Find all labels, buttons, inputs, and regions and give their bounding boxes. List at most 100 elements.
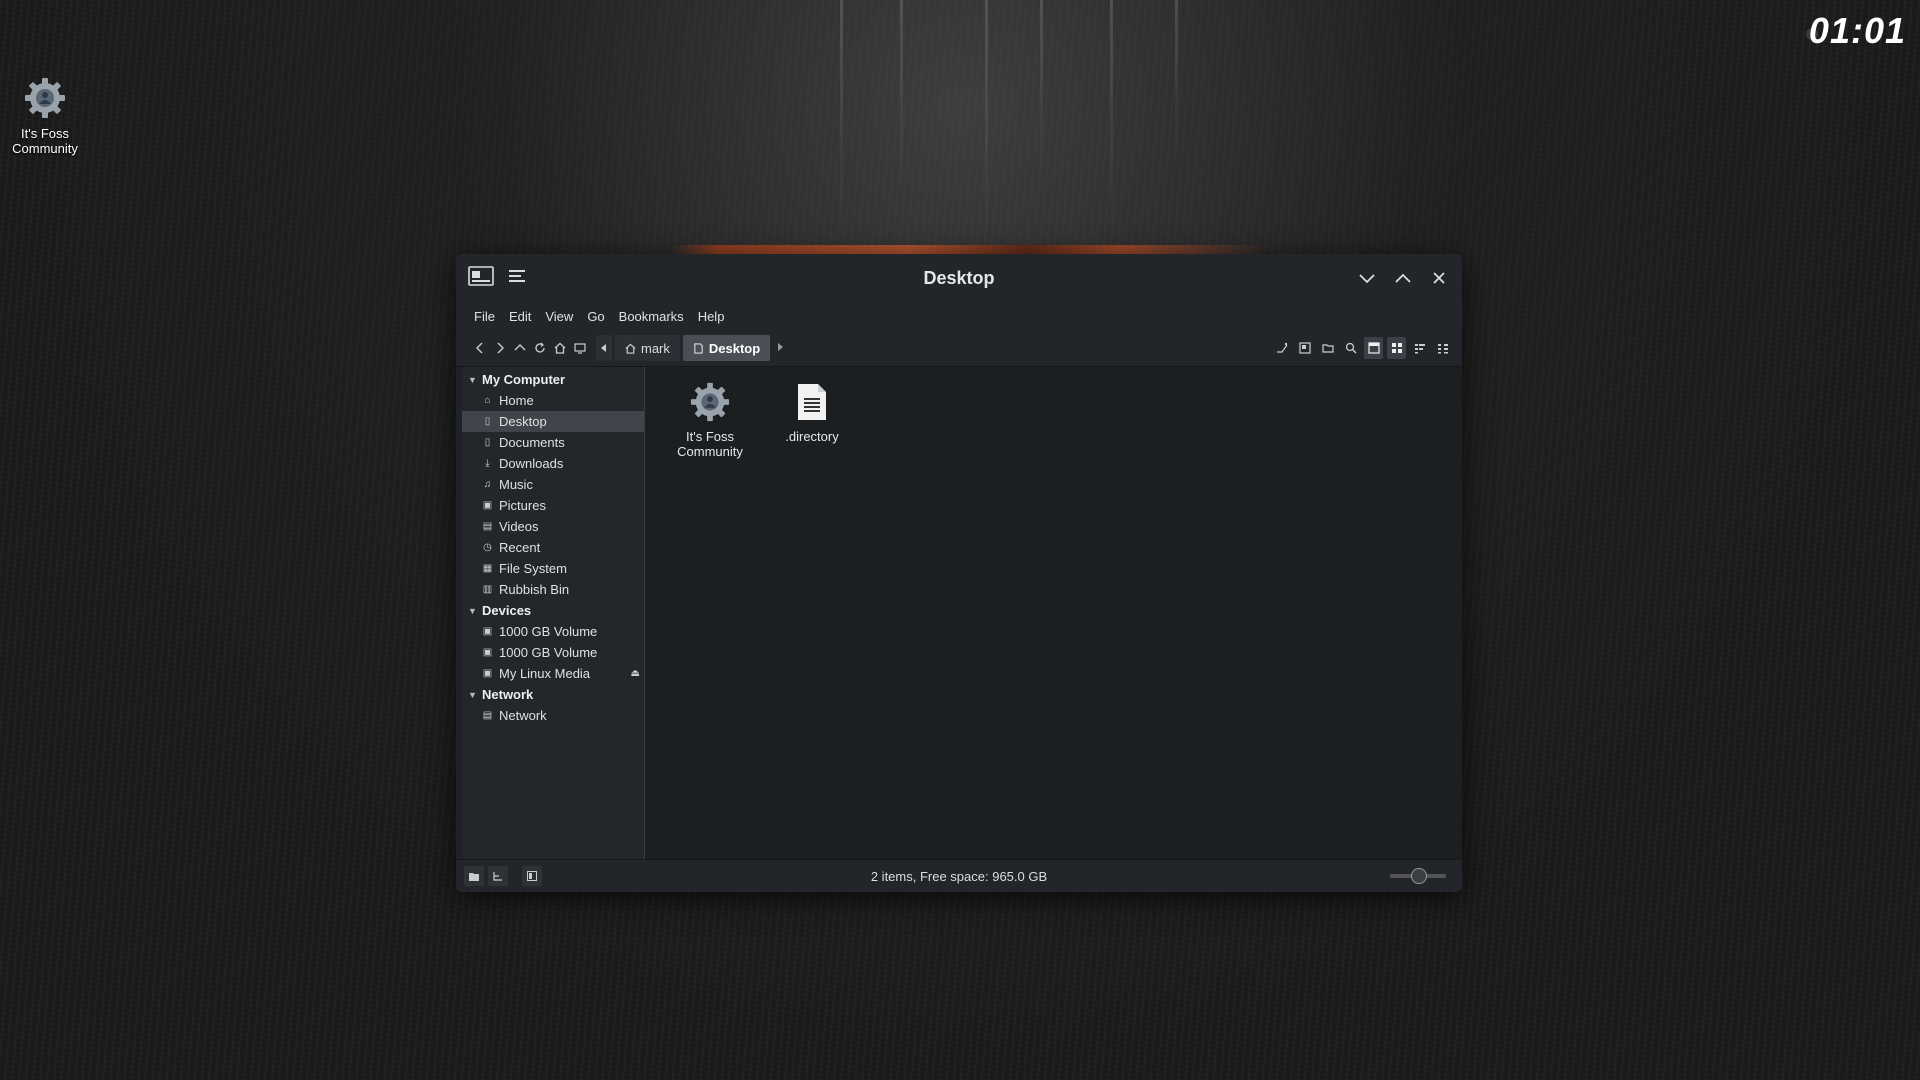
- music-icon: ♫: [483, 479, 492, 490]
- grid-view-button[interactable]: [1387, 337, 1406, 359]
- chevron-up-icon: [1395, 273, 1411, 283]
- menu-file[interactable]: File: [468, 306, 501, 327]
- file-item-directory[interactable]: .directory: [767, 381, 857, 444]
- home-button[interactable]: [550, 337, 570, 359]
- desktop-icon-its-foss[interactable]: It's Foss Community: [6, 76, 84, 156]
- terminal-button[interactable]: [1272, 337, 1291, 359]
- sidebar-item-label: Music: [499, 477, 533, 492]
- preview-button[interactable]: [1295, 337, 1314, 359]
- sidebar-item-label: Rubbish Bin: [499, 582, 570, 597]
- search-button[interactable]: [1341, 337, 1360, 359]
- sidebar-item-label: 1000 GB Volume: [499, 624, 598, 639]
- drive-icon: ▣: [482, 668, 493, 679]
- eject-icon[interactable]: ⏏: [631, 668, 640, 679]
- triangle-left-icon: [601, 344, 606, 352]
- menubar: File Edit View Go Bookmarks Help: [456, 302, 1462, 330]
- chevron-up-icon: [514, 344, 526, 351]
- desktop-icon-label: It's Foss Community: [12, 126, 78, 156]
- sidebar-item-rubbish-bin[interactable]: ▥ Rubbish Bin: [462, 579, 644, 600]
- sidebar-item-label: Desktop: [499, 414, 547, 429]
- section-label: Devices: [482, 603, 532, 618]
- computer-button[interactable]: [570, 337, 590, 359]
- monitor-icon: [574, 343, 586, 354]
- window-title: Desktop: [923, 267, 995, 288]
- section-my-computer[interactable]: ▼ My Computer: [462, 369, 644, 390]
- sidebar-item-label: Pictures: [499, 498, 546, 513]
- zoom-slider-handle[interactable]: [1411, 868, 1427, 884]
- sidebar-item-label: 1000 GB Volume: [499, 645, 598, 660]
- chevron-down-icon: ▼: [468, 605, 477, 616]
- section-devices[interactable]: ▼ Devices: [462, 600, 644, 621]
- breadcrumb-right-arrow[interactable]: [774, 342, 788, 354]
- detail-view-button[interactable]: [1433, 337, 1452, 359]
- back-button[interactable]: [470, 337, 490, 359]
- menu-bookmarks[interactable]: Bookmarks: [613, 306, 690, 327]
- sidebar-item-videos[interactable]: ▤ Videos: [462, 516, 644, 537]
- terminal-icon: [1276, 343, 1287, 353]
- sidebar-item-label: Videos: [499, 519, 539, 534]
- statusbar: 2 items, Free space: 965.0 GB: [456, 859, 1462, 892]
- list-icon: [1437, 344, 1448, 354]
- breadcrumb-label: Desktop: [708, 340, 761, 356]
- sidebar-item-label: File System: [499, 561, 567, 576]
- compact-view-button[interactable]: [1410, 337, 1429, 359]
- icon-view-icon: [1367, 342, 1380, 354]
- window-app-icon[interactable]: [468, 265, 494, 291]
- sidebar-item-desktop[interactable]: ▯ Desktop: [462, 411, 644, 432]
- sidebar-item-pictures[interactable]: ▣ Pictures: [462, 495, 644, 516]
- hamburger-menu-icon[interactable]: [508, 268, 526, 289]
- minimize-button[interactable]: [1356, 267, 1378, 289]
- toolbar: mark Desktop: [456, 330, 1462, 367]
- titlebar[interactable]: Desktop: [456, 254, 1462, 302]
- sidebar-item-volume-2[interactable]: ▣ 1000 GB Volume: [462, 642, 644, 663]
- section-label: Network: [482, 687, 534, 702]
- sidebar-item-music[interactable]: ♫ Music: [462, 474, 644, 495]
- icon-view-button[interactable]: [1364, 337, 1383, 359]
- forward-button[interactable]: [490, 337, 510, 359]
- sidebar-item-downloads[interactable]: ⤓ Downloads: [462, 453, 644, 474]
- section-label: My Computer: [482, 372, 566, 387]
- maximize-button[interactable]: [1392, 267, 1414, 289]
- section-network[interactable]: ▼ Network: [462, 684, 644, 705]
- chevron-down-icon: ▼: [468, 689, 477, 700]
- up-button[interactable]: [510, 337, 530, 359]
- filesystem-icon: ▦: [482, 563, 493, 574]
- sidebar-item-network[interactable]: ▤ Network: [462, 705, 644, 726]
- sidebar-icon: [527, 871, 537, 881]
- menu-view[interactable]: View: [539, 306, 579, 327]
- sidebar-item-label: My Linux Media: [499, 666, 591, 681]
- breadcrumb-left-arrow[interactable]: [596, 335, 612, 361]
- downloads-icon: ⤓: [485, 458, 490, 469]
- menu-go[interactable]: Go: [581, 306, 610, 327]
- reload-button[interactable]: [530, 337, 550, 359]
- new-folder-button[interactable]: [1318, 337, 1337, 359]
- show-places-button[interactable]: [464, 866, 484, 886]
- file-view[interactable]: It's Foss Community .directory: [645, 367, 1462, 860]
- menu-edit[interactable]: Edit: [503, 306, 537, 327]
- sidebar-item-recent[interactable]: ◷ Recent: [462, 537, 644, 558]
- file-label: It's Foss Community: [677, 429, 743, 459]
- gear-icon: [23, 76, 67, 120]
- desktop-icon: ▯: [484, 416, 491, 427]
- breadcrumb-desktop[interactable]: Desktop: [682, 335, 771, 361]
- sidebar-item-label: Home: [499, 393, 534, 408]
- desktop-icon: [694, 342, 703, 354]
- show-tree-button[interactable]: [488, 866, 508, 886]
- close-button[interactable]: [1428, 267, 1450, 289]
- zoom-slider[interactable]: [1390, 868, 1446, 884]
- folder-icon: [469, 872, 479, 881]
- breadcrumb-mark[interactable]: mark: [615, 335, 680, 361]
- sidebar-item-my-linux-media[interactable]: ▣ My Linux Media ⏏: [462, 663, 644, 684]
- toggle-sidebar-button[interactable]: [522, 866, 542, 886]
- file-item-its-foss[interactable]: It's Foss Community: [665, 381, 755, 459]
- sidebar-item-documents[interactable]: ▯ Documents: [462, 432, 644, 453]
- places-sidebar: ▼ My Computer ⌂ Home ▯ Desktop ▯ Documen…: [462, 367, 645, 860]
- sidebar-item-home[interactable]: ⌂ Home: [462, 390, 644, 411]
- sidebar-item-volume-1[interactable]: ▣ 1000 GB Volume: [462, 621, 644, 642]
- sidebar-item-file-system[interactable]: ▦ File System: [462, 558, 644, 579]
- menu-help[interactable]: Help: [692, 306, 731, 327]
- refresh-icon: [535, 342, 545, 353]
- home-icon: [554, 342, 566, 354]
- drive-icon: ▣: [482, 647, 493, 658]
- search-icon: [1345, 342, 1356, 354]
